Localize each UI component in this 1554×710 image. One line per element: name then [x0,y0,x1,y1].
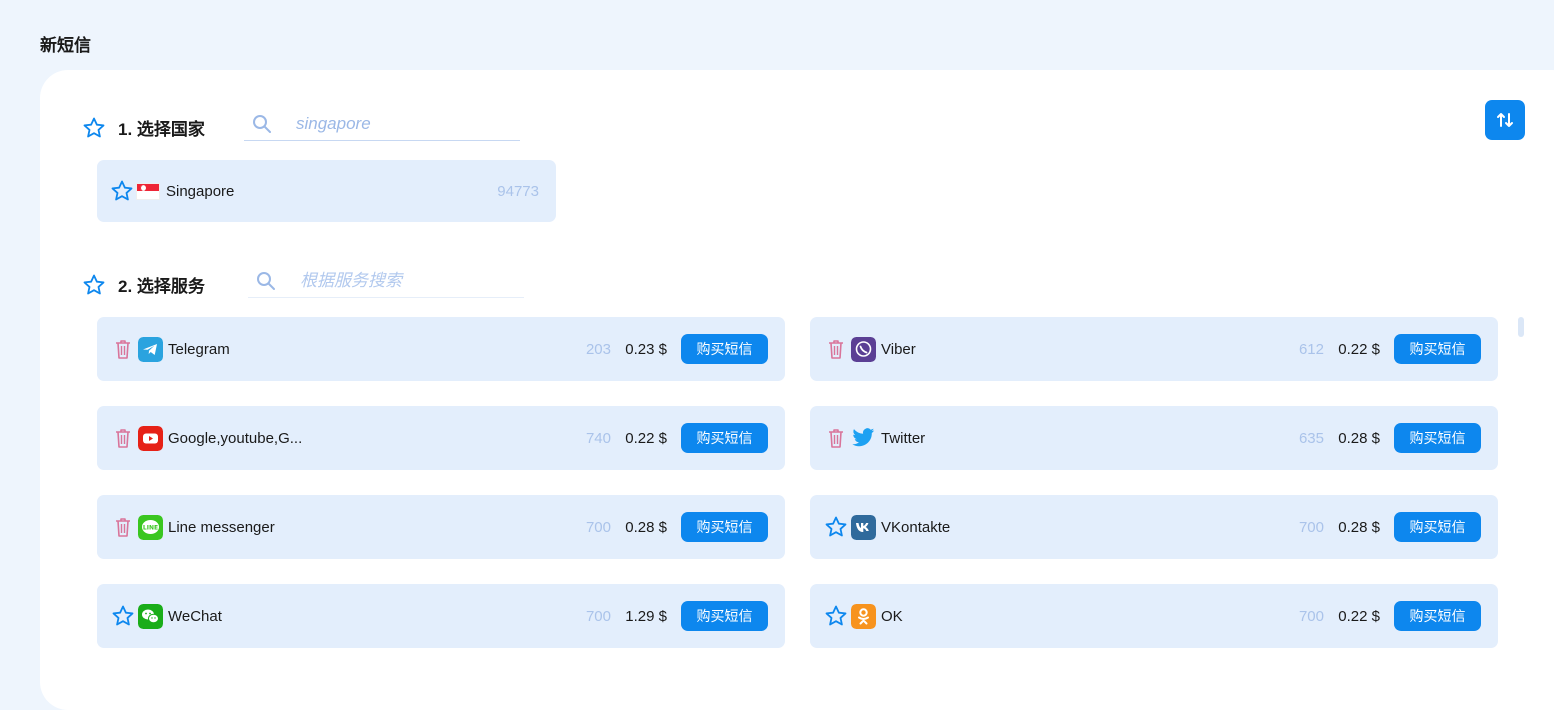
service-search [248,265,524,298]
service-section-header: 2. 选择服务 [82,272,205,297]
trash-icon[interactable] [824,426,848,450]
service-count: 612 [1298,340,1324,358]
service-section-title: 2. 选择服务 [118,277,205,296]
service-name: Viber [881,340,916,358]
buy-sms-button[interactable]: 购买短信 [681,601,768,631]
scrollbar-thumb[interactable] [1518,317,1524,337]
service-name: Line messenger [168,518,275,536]
service-count: 635 [1298,429,1324,447]
trash-icon[interactable] [111,337,135,361]
telegram-icon [138,336,163,362]
youtube-icon [138,425,163,451]
sort-button[interactable] [1485,100,1525,140]
service-count: 700 [585,518,611,536]
service-name: VKontakte [881,518,951,536]
service-item[interactable]: LINE Line messenger 700 0.28 $ 购买短信 [97,495,785,559]
wechat-icon [138,603,163,629]
favorite-star-icon[interactable] [82,273,106,297]
line-icon: LINE [138,514,163,540]
service-name: Twitter [881,429,926,447]
search-icon [253,115,271,133]
favorite-star-icon[interactable] [824,515,848,539]
service-item[interactable]: Twitter 635 0.28 $ 购买短信 [810,406,1498,470]
buy-sms-button[interactable]: 购买短信 [681,512,768,542]
country-item-singapore[interactable]: Singapore 94773 [97,160,556,222]
search-icon [257,272,275,290]
vk-icon [851,514,876,540]
service-price: 0.22 $ [625,429,667,447]
viber-icon [851,336,876,362]
service-price: 0.22 $ [1338,607,1380,625]
country-count: 94773 [497,182,539,200]
service-item[interactable]: Google,youtube,G... 740 0.22 $ 购买短信 [97,406,785,470]
country-search [244,108,520,141]
service-name: OK [881,607,903,625]
service-search-input[interactable] [298,270,482,292]
service-item[interactable]: WeChat 700 1.29 $ 购买短信 [97,584,785,648]
service-count: 203 [585,340,611,358]
service-count: 740 [585,429,611,447]
buy-sms-button[interactable]: 购买短信 [681,423,768,453]
service-price: 0.28 $ [1338,518,1380,536]
service-price: 0.22 $ [1338,340,1380,358]
country-search-input[interactable] [294,113,478,135]
sort-arrows-icon [1497,113,1513,127]
service-item[interactable]: OK 700 0.22 $ 购买短信 [810,584,1498,648]
odnoklassniki-icon [851,603,876,629]
svg-text:LINE: LINE [143,524,158,531]
country-section-title: 1. 选择国家 [118,120,205,139]
page-title: 新短信 [40,36,91,55]
buy-sms-button[interactable]: 购买短信 [1394,423,1481,453]
service-price: 1.29 $ [625,607,667,625]
buy-sms-button[interactable]: 购买短信 [1394,601,1481,631]
service-name: Telegram [168,340,230,358]
service-name: Google,youtube,G... [168,429,303,447]
singapore-flag-icon [136,182,160,200]
trash-icon[interactable] [111,515,135,539]
service-price: 0.28 $ [625,518,667,536]
buy-sms-button[interactable]: 购买短信 [681,334,768,364]
service-price: 0.23 $ [625,340,667,358]
country-section-header: 1. 选择国家 [82,115,205,140]
favorite-star-icon[interactable] [110,179,134,203]
favorite-star-icon[interactable] [111,604,135,628]
buy-sms-button[interactable]: 购买短信 [1394,334,1481,364]
favorite-star-icon[interactable] [82,116,106,140]
favorite-star-icon[interactable] [824,604,848,628]
service-item[interactable]: VKontakte 700 0.28 $ 购买短信 [810,495,1498,559]
trash-icon[interactable] [111,426,135,450]
trash-icon[interactable] [824,337,848,361]
country-name: Singapore [166,182,235,200]
service-count: 700 [1298,518,1324,536]
service-count: 700 [585,607,611,625]
sms-panel: 1. 选择国家 Singapore 94773 2. 选择服务 Telegram [40,70,1554,710]
service-name: WeChat [168,607,222,625]
service-count: 700 [1298,607,1324,625]
service-price: 0.28 $ [1338,429,1380,447]
twitter-icon [851,426,876,451]
service-item[interactable]: Telegram 203 0.23 $ 购买短信 [97,317,785,381]
buy-sms-button[interactable]: 购买短信 [1394,512,1481,542]
service-item[interactable]: Viber 612 0.22 $ 购买短信 [810,317,1498,381]
